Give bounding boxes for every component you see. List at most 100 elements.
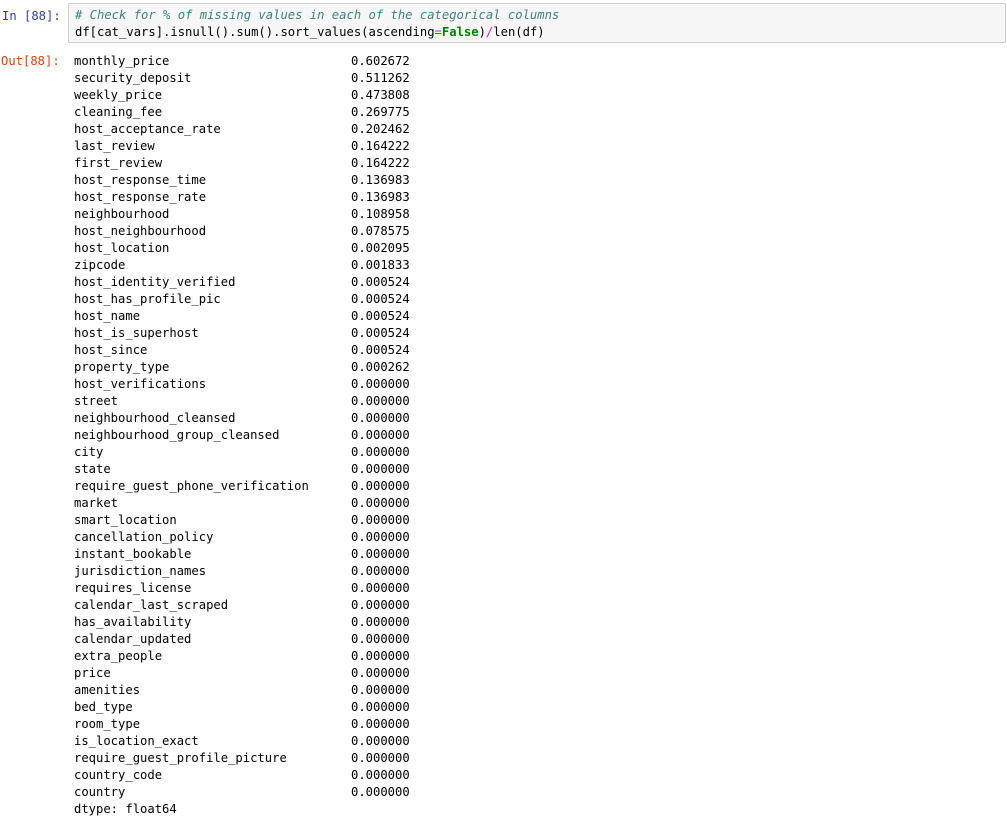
- series-index-label: host_has_profile_pic: [74, 292, 221, 306]
- series-index-label: host_is_superhost: [74, 326, 199, 340]
- series-index-label: calendar_last_scraped: [74, 598, 229, 612]
- series-index-label: bed_type: [74, 700, 133, 714]
- series-value: 0.000000: [351, 564, 410, 578]
- series-value: 0.000000: [351, 479, 410, 493]
- output-rows: monthly_price 0.602672 security_deposit 0.5…: [74, 53, 410, 801]
- series-row: host_has_profile_pic 0.000524: [74, 291, 410, 308]
- series-row: weekly_price 0.473808: [74, 87, 410, 104]
- series-row: property_type 0.000262: [74, 359, 410, 376]
- series-row: cancellation_policy 0.000000: [74, 529, 410, 546]
- series-value: 0.000000: [351, 377, 410, 391]
- series-index-label: cancellation_policy: [74, 530, 214, 544]
- series-index-label: first_review: [74, 156, 163, 170]
- series-row: host_since 0.000524: [74, 342, 410, 359]
- input-prompt: In [88]:: [2, 9, 61, 23]
- series-index-label: has_availability: [74, 615, 192, 629]
- series-row: last_review 0.164222: [74, 138, 410, 155]
- series-value: 0.000524: [351, 326, 410, 340]
- code-keyword: False: [441, 25, 479, 39]
- series-index-label: host_neighbourhood: [74, 224, 207, 238]
- series-value: 0.000000: [351, 666, 410, 680]
- series-index-label: host_name: [74, 309, 141, 323]
- series-index-label: cleaning_fee: [74, 105, 163, 119]
- series-index-label: smart_location: [74, 513, 177, 527]
- series-row: price 0.000000: [74, 665, 410, 682]
- series-value: 0.473808: [351, 88, 410, 102]
- series-index-label: country_code: [74, 768, 163, 782]
- series-row: is_location_exact 0.000000: [74, 733, 410, 750]
- series-value: 0.000000: [351, 734, 410, 748]
- series-index-label: calendar_updated: [74, 632, 192, 646]
- series-row: street 0.000000: [74, 393, 410, 410]
- series-index-label: zipcode: [74, 258, 126, 272]
- series-row: host_verifications 0.000000: [74, 376, 410, 393]
- series-row: bed_type 0.000000: [74, 699, 410, 716]
- series-value: 0.602672: [351, 54, 410, 68]
- series-index-label: host_verifications: [74, 377, 207, 391]
- series-index-label: host_response_rate: [74, 190, 207, 204]
- series-row: requires_license 0.000000: [74, 580, 410, 597]
- output-prompt: Out[88]:: [1, 54, 60, 68]
- series-value: 0.000524: [351, 292, 410, 306]
- series-value: 0.001833: [351, 258, 410, 272]
- series-index-label: requires_license: [74, 581, 192, 595]
- series-value: 0.000524: [351, 343, 410, 357]
- series-row: jurisdiction_names 0.000000: [74, 563, 410, 580]
- series-row: require_guest_phone_verification 0.000000: [74, 478, 410, 495]
- series-row: first_review 0.164222: [74, 155, 410, 172]
- series-value: 0.000000: [351, 768, 410, 782]
- series-value: 0.000262: [351, 360, 410, 374]
- series-row: security_deposit 0.511262: [74, 70, 410, 87]
- code-comment: # Check for % of missing values in each …: [75, 8, 560, 22]
- series-value: 0.000000: [351, 462, 410, 476]
- code-operator: =: [434, 25, 442, 39]
- series-index-label: room_type: [74, 717, 141, 731]
- series-value: 0.000000: [351, 547, 410, 561]
- series-value: 0.000000: [351, 581, 410, 595]
- series-index-label: neighbourhood_cleansed: [74, 411, 236, 425]
- series-value: 0.136983: [351, 190, 410, 204]
- series-index-label: weekly_price: [74, 88, 163, 102]
- series-index-label: host_location: [74, 241, 170, 255]
- series-index-label: country: [74, 785, 126, 799]
- series-row: room_type 0.000000: [74, 716, 410, 733]
- series-row: calendar_updated 0.000000: [74, 631, 410, 648]
- series-row: host_response_rate 0.136983: [74, 189, 410, 206]
- series-value: 0.000000: [351, 683, 410, 697]
- series-row: instant_bookable 0.000000: [74, 546, 410, 563]
- series-row: host_response_time 0.136983: [74, 172, 410, 189]
- series-value: 0.000000: [351, 445, 410, 459]
- series-index-label: city: [74, 445, 104, 459]
- series-index-label: amenities: [74, 683, 141, 697]
- series-value: 0.000000: [351, 632, 410, 646]
- series-row: cleaning_fee 0.269775: [74, 104, 410, 121]
- series-row: neighbourhood_cleansed 0.000000: [74, 410, 410, 427]
- series-index-label: last_review: [74, 139, 155, 153]
- code-line-1[interactable]: # Check for % of missing values in each …: [75, 7, 559, 24]
- series-row: host_is_superhost 0.000524: [74, 325, 410, 342]
- series-value: 0.164222: [351, 139, 410, 153]
- series-value: 0.000000: [351, 785, 410, 799]
- input-row: In [88]: # Check for % of missing values…: [0, 0, 1007, 46]
- output-area: monthly_price 0.602672 security_deposit 0.5…: [74, 53, 410, 818]
- series-value: 0.269775: [351, 105, 410, 119]
- series-row: neighbourhood_group_cleansed 0.000000: [74, 427, 410, 444]
- code-part: len(df): [493, 25, 545, 39]
- series-index-label: neighbourhood_group_cleansed: [74, 428, 280, 442]
- series-row: host_location 0.002095: [74, 240, 410, 257]
- series-value: 0.000000: [351, 598, 410, 612]
- series-row: host_name 0.000524: [74, 308, 410, 325]
- series-row: host_neighbourhood 0.078575: [74, 223, 410, 240]
- code-editor[interactable]: # Check for % of missing values in each …: [68, 3, 1006, 43]
- code-line-2[interactable]: df[cat_vars].isnull().sum().sort_values(…: [75, 24, 545, 41]
- series-index-label: host_since: [74, 343, 148, 357]
- series-value: 0.002095: [351, 241, 410, 255]
- series-row: has_availability 0.000000: [74, 614, 410, 631]
- series-value: 0.164222: [351, 156, 410, 170]
- series-row: calendar_last_scraped 0.000000: [74, 597, 410, 614]
- series-row: market 0.000000: [74, 495, 410, 512]
- series-index-label: street: [74, 394, 119, 408]
- series-row: amenities 0.000000: [74, 682, 410, 699]
- series-index-label: instant_bookable: [74, 547, 192, 561]
- series-row: country 0.000000: [74, 784, 410, 801]
